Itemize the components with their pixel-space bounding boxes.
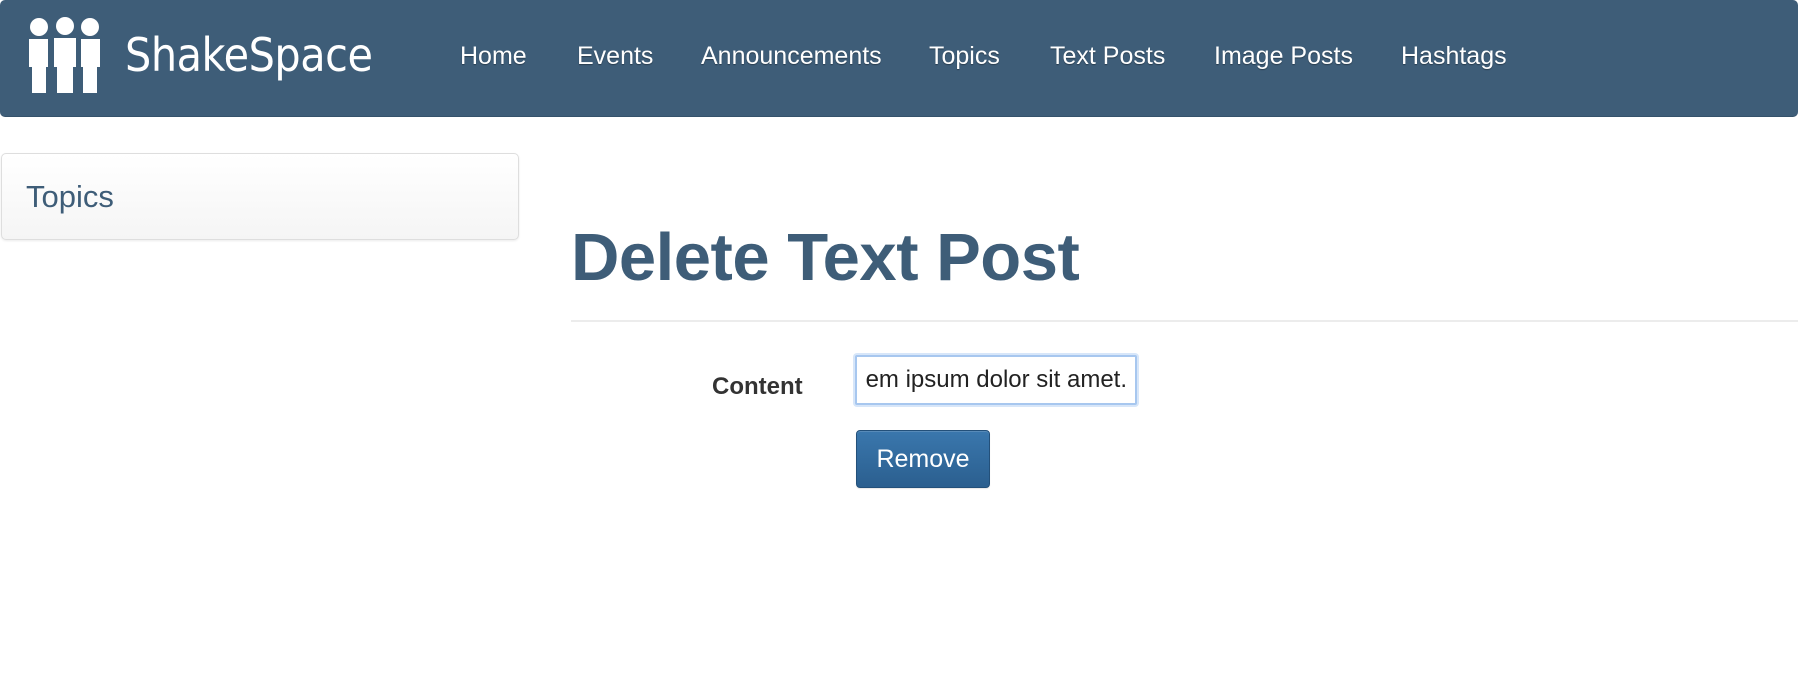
nav-events[interactable]: Events	[577, 41, 653, 71]
nav-text-posts[interactable]: Text Posts	[1050, 41, 1165, 71]
remove-button[interactable]: Remove	[856, 430, 990, 488]
nav-image-posts[interactable]: Image Posts	[1214, 41, 1353, 71]
title-divider	[571, 320, 1798, 322]
page-title: Delete Text Post	[571, 220, 1080, 295]
content-field[interactable]	[855, 355, 1137, 405]
people-group-icon	[29, 17, 100, 93]
nav-hashtags[interactable]: Hashtags	[1401, 41, 1507, 71]
nav-topics[interactable]: Topics	[929, 41, 1000, 71]
sidebar-title: Topics	[26, 179, 114, 214]
brand-name: ShakeSpace	[125, 28, 373, 82]
top-navbar: ShakeSpace Home Events Announcements Top…	[0, 0, 1798, 117]
nav-home[interactable]: Home	[460, 41, 527, 71]
content-label: Content	[712, 373, 803, 400]
brand-link[interactable]: ShakeSpace	[27, 16, 400, 94]
nav-announcements[interactable]: Announcements	[701, 41, 882, 71]
